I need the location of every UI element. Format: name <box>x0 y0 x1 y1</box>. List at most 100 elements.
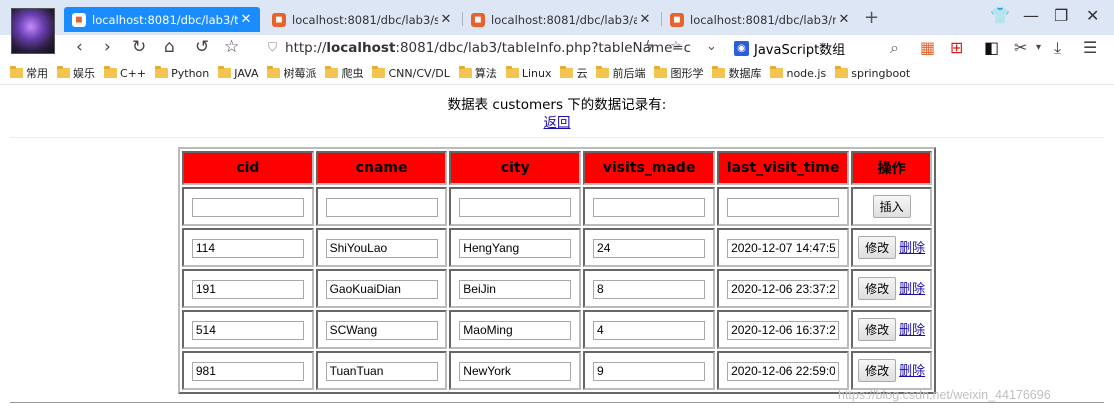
close-icon[interactable]: ✕ <box>238 12 254 27</box>
edit-button[interactable]: 修改 <box>858 318 897 341</box>
bookmark-folder[interactable]: 常用 <box>10 65 48 81</box>
undo-icon[interactable]: ↺ <box>195 37 209 57</box>
divider <box>10 402 1104 403</box>
reload-icon[interactable]: ↻ <box>132 37 146 57</box>
bookmark-folder[interactable]: C++ <box>104 66 146 80</box>
tab-4[interactable]: ◼ localhost:8081/dbc/lab3/mo ✕ <box>662 7 858 32</box>
delete-link[interactable]: 删除 <box>899 323 925 338</box>
menu-icon[interactable]: ☰ <box>1083 38 1097 57</box>
table-cell <box>449 187 582 226</box>
divider <box>10 137 1104 138</box>
cid-input[interactable] <box>191 238 304 258</box>
table-row: 修改删除 <box>182 351 932 390</box>
table-cell <box>315 310 448 349</box>
watermark: https://blog.csdn.net/weixin_44176696 <box>838 388 1051 402</box>
delete-link[interactable]: 删除 <box>899 364 925 379</box>
close-icon[interactable]: ✕ <box>836 12 852 27</box>
forward-icon[interactable]: › <box>104 37 111 57</box>
folder-icon <box>10 66 23 78</box>
folder-icon <box>458 66 472 78</box>
minimize-icon[interactable]: — <box>1023 6 1039 25</box>
close-icon[interactable]: ✕ <box>438 12 454 27</box>
edit-button[interactable]: 修改 <box>858 277 897 300</box>
bookmark-folder[interactable]: 树莓派 <box>267 65 316 81</box>
gamepad-icon[interactable]: ⊞ <box>950 38 963 57</box>
cname-input[interactable] <box>325 197 438 217</box>
back-link[interactable]: 返回 <box>544 115 571 131</box>
tab-2[interactable]: ◼ localhost:8081/dbc/lab3/sho ✕ <box>264 7 460 32</box>
cid-input[interactable] <box>191 361 304 381</box>
bookmark-folder[interactable]: 云 <box>560 65 587 81</box>
back-icon[interactable]: ‹ <box>76 37 83 57</box>
bookmark-folder[interactable]: 算法 <box>458 65 497 81</box>
bookmark-folder[interactable]: Linux <box>505 66 551 80</box>
tab-3[interactable]: ◼ localhost:8081/dbc/lab3/adr ✕ <box>463 7 659 32</box>
scissors-dropdown-icon[interactable]: ▾ <box>1036 42 1041 53</box>
cid-input[interactable] <box>191 279 304 299</box>
tab-title: localhost:8081/dbc/lab3/tabl <box>92 12 238 27</box>
last-visit-time-input[interactable] <box>727 197 840 217</box>
restore-icon[interactable]: ❐ <box>1054 6 1068 25</box>
tab-title: localhost:8081/dbc/lab3/adr <box>491 12 637 27</box>
table-cell <box>716 187 850 226</box>
new-tab-icon[interactable]: + <box>864 7 879 28</box>
search-icon[interactable]: ⌕ <box>890 38 899 58</box>
lightning-icon[interactable]: ϟ <box>645 39 654 54</box>
tab-1[interactable]: ◼ localhost:8081/dbc/lab3/tabl ✕ <box>64 7 260 32</box>
last-visit-time-input[interactable] <box>727 279 840 299</box>
bookmark-folder[interactable]: Python <box>155 66 209 80</box>
bookmark-star-icon[interactable]: ☆ <box>224 37 239 57</box>
apps-grid-icon[interactable]: ▦ <box>920 38 935 57</box>
folder-icon <box>770 66 784 78</box>
city-input[interactable] <box>459 197 572 217</box>
cname-input[interactable] <box>325 361 438 381</box>
window-close-icon[interactable]: ✕ <box>1086 6 1099 25</box>
city-input[interactable] <box>459 361 572 381</box>
cid-input[interactable] <box>191 197 304 217</box>
bookmark-folder[interactable]: node.js <box>770 66 827 80</box>
favorite-star-icon[interactable]: ☆ <box>670 39 682 54</box>
visits-made-input[interactable] <box>593 320 706 340</box>
table-cell: 修改 删除 <box>851 269 932 308</box>
bookmark-folder[interactable]: 爬虫 <box>325 65 363 81</box>
tshirt-icon[interactable]: 👕 <box>990 6 1010 25</box>
bookmark-folder[interactable]: JAVA <box>218 66 258 80</box>
city-input[interactable] <box>459 320 572 340</box>
insert-button[interactable]: 插入 <box>872 195 911 218</box>
bookmark-folder[interactable]: 娱乐 <box>57 65 95 81</box>
edit-button[interactable]: 修改 <box>858 359 897 382</box>
table-cell <box>182 310 314 349</box>
close-icon[interactable]: ✕ <box>637 12 653 27</box>
city-input[interactable] <box>459 279 572 299</box>
city-input[interactable] <box>459 238 572 258</box>
visits-made-input[interactable] <box>593 238 706 258</box>
visits-made-input[interactable] <box>593 197 706 217</box>
cname-input[interactable] <box>325 320 438 340</box>
cid-input[interactable] <box>191 320 304 340</box>
delete-link[interactable]: 删除 <box>899 241 925 256</box>
bookmark-folder[interactable]: CNN/CV/DL <box>372 66 450 80</box>
extension-icon[interactable]: ◧ <box>984 38 999 57</box>
delete-link[interactable]: 删除 <box>899 282 925 297</box>
cname-input[interactable] <box>325 279 438 299</box>
bookmark-folder[interactable]: 数据库 <box>712 65 761 81</box>
home-icon[interactable]: ⌂ <box>164 37 175 57</box>
scissors-icon[interactable]: ✂ <box>1014 38 1027 57</box>
chevron-down-icon[interactable]: ⌄ <box>706 39 717 54</box>
last-visit-time-input[interactable] <box>727 238 840 258</box>
visits-made-input[interactable] <box>593 279 706 299</box>
folder-icon <box>372 66 386 78</box>
bookmark-folder[interactable]: 图形学 <box>654 65 703 81</box>
last-visit-time-input[interactable] <box>727 320 840 340</box>
bookmark-label: node.js <box>786 66 827 80</box>
table-cell: 修改 删除 <box>851 351 932 390</box>
bookmark-folder[interactable]: 前后端 <box>596 65 645 81</box>
edit-button[interactable]: 修改 <box>858 236 897 259</box>
last-visit-time-input[interactable] <box>727 361 840 381</box>
cname-input[interactable] <box>325 238 438 258</box>
search-box[interactable]: ◉ JavaScript数组 <box>728 36 908 60</box>
profile-avatar[interactable] <box>11 8 55 54</box>
bookmark-folder[interactable]: springboot <box>835 66 910 80</box>
download-icon[interactable]: ⤓ <box>1054 38 1061 58</box>
visits-made-input[interactable] <box>593 361 706 381</box>
